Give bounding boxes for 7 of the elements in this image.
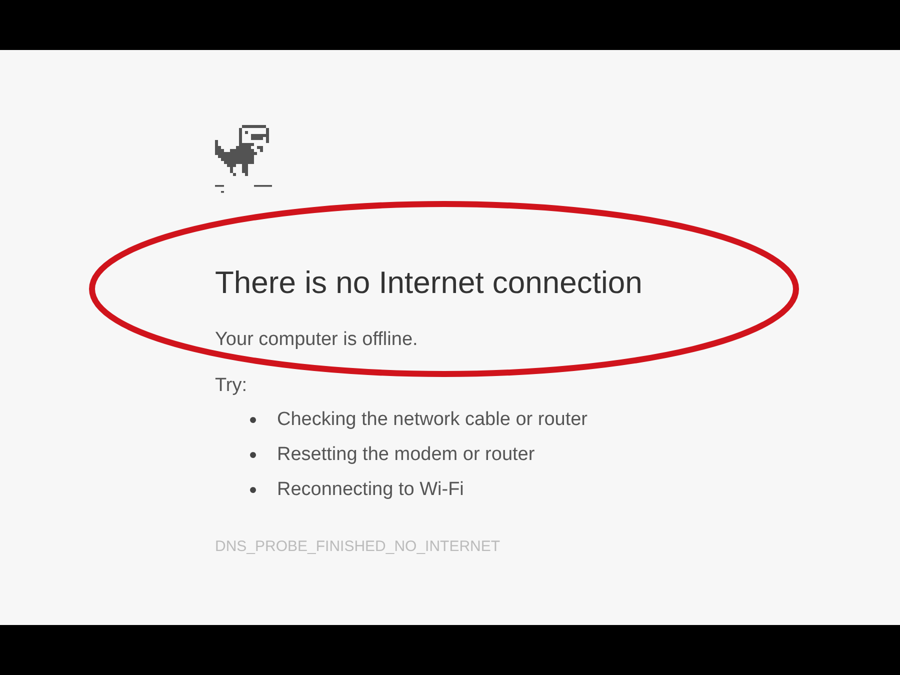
- suggestion-text: Reconnecting to Wi-Fi: [277, 478, 464, 502]
- error-message: Your computer is offline.: [215, 328, 419, 352]
- suggestion-text: Checking the network cable or router: [277, 408, 588, 432]
- try-label: Try:: [215, 374, 248, 398]
- error-code: DNS_PROBE_FINISHED_NO_INTERNET: [215, 537, 502, 557]
- suggestion-text: Resetting the modem or router: [277, 443, 535, 467]
- error-heading: There is no Internet connection: [215, 264, 644, 302]
